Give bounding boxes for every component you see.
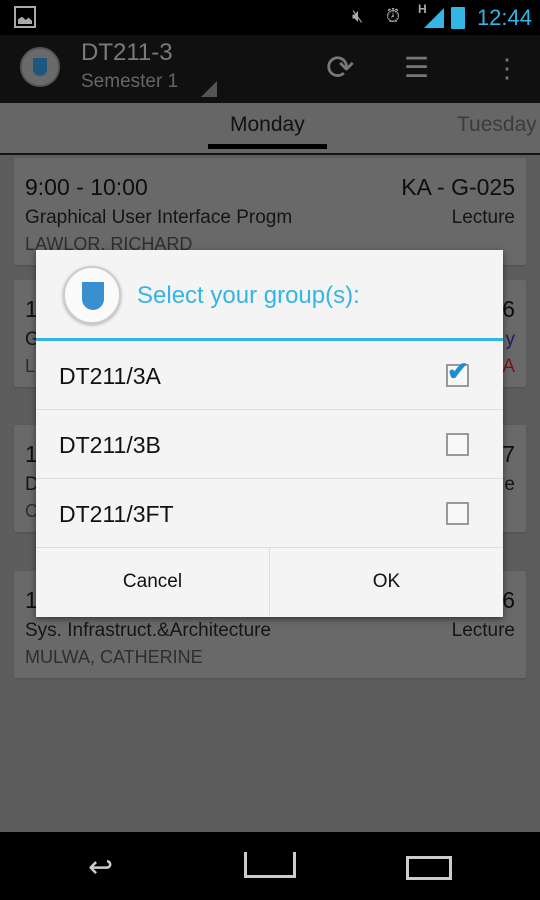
overflow-menu-icon[interactable]: ⋮ bbox=[494, 49, 520, 87]
navigation-bar: ↩ bbox=[0, 832, 540, 900]
image-notification-icon bbox=[14, 6, 36, 28]
class-room: KA - G-025 bbox=[401, 174, 515, 200]
class-card[interactable]: 9:00 - 10:00 KA - G-025 Graphical User I… bbox=[14, 158, 526, 265]
signal-icon bbox=[424, 8, 444, 28]
back-icon[interactable]: ↩ bbox=[88, 850, 113, 885]
class-room: 6 bbox=[502, 296, 515, 322]
refresh-icon[interactable]: ⟳ bbox=[326, 49, 355, 87]
semester-spinner[interactable]: Semester 1 bbox=[81, 71, 178, 93]
checkbox-checked[interactable]: ✔ bbox=[446, 356, 469, 387]
group-option-dt211-3ft[interactable]: DT211/3FT bbox=[36, 479, 503, 548]
class-lecturer: L bbox=[25, 356, 36, 376]
select-group-dialog: Select your group(s): DT211/3A ✔ DT211/3… bbox=[36, 250, 503, 617]
class-time: 9:00 - 10:00 bbox=[25, 174, 148, 200]
settings-sliders-icon[interactable]: ☰ bbox=[404, 49, 429, 87]
class-type: Lecture bbox=[451, 620, 515, 641]
class-extra: A bbox=[502, 356, 515, 377]
dialog-buttons: Cancel OK bbox=[36, 548, 503, 616]
ok-button[interactable]: OK bbox=[269, 548, 503, 616]
dialog-header: Select your group(s): bbox=[36, 250, 503, 341]
class-room: 6 bbox=[502, 587, 515, 613]
clock: 12:44 bbox=[476, 5, 532, 30]
day-tabs: Monday Tuesday bbox=[0, 103, 540, 155]
group-option-dt211-3b[interactable]: DT211/3B bbox=[36, 410, 503, 479]
dit-logo bbox=[63, 266, 121, 324]
checkbox[interactable] bbox=[446, 502, 469, 525]
class-type: Lecture bbox=[451, 207, 515, 228]
option-label: DT211/3FT bbox=[59, 501, 174, 527]
network-h-icon: H bbox=[418, 2, 427, 16]
home-icon[interactable] bbox=[244, 852, 296, 878]
option-label: DT211/3A bbox=[59, 363, 161, 389]
recent-apps-icon[interactable] bbox=[406, 856, 452, 880]
dialog-title: Select your group(s): bbox=[137, 282, 360, 309]
tab-tuesday[interactable]: Tuesday bbox=[457, 113, 537, 137]
battery-icon bbox=[451, 7, 465, 29]
action-bar: DT211-3 Semester 1 ⟳ ☰ ⋮ bbox=[0, 35, 540, 103]
spinner-triangle-icon bbox=[201, 81, 217, 97]
class-room: 7 bbox=[502, 441, 515, 467]
checkmark-icon: ✔ bbox=[447, 356, 469, 386]
app-title: DT211-3 bbox=[81, 39, 173, 66]
class-type: y bbox=[505, 329, 516, 350]
class-type: e bbox=[504, 474, 515, 495]
tab-monday[interactable]: Monday bbox=[208, 113, 327, 149]
alarm-icon: ⏰︎ bbox=[386, 6, 401, 26]
group-option-dt211-3a[interactable]: DT211/3A ✔ bbox=[36, 341, 503, 410]
mute-icon: 🔇︎ bbox=[352, 6, 364, 26]
cancel-button[interactable]: Cancel bbox=[36, 548, 269, 616]
class-module: Sys. Infrastruct.&Architecture bbox=[25, 620, 272, 641]
app-logo[interactable] bbox=[20, 47, 60, 87]
class-lecturer: MULWA, CATHERINE bbox=[25, 647, 203, 667]
checkbox[interactable] bbox=[446, 433, 469, 456]
option-label: DT211/3B bbox=[59, 432, 161, 458]
status-bar: 🔇︎ ⏰︎ H 12:44 bbox=[0, 0, 540, 35]
class-module: Graphical User Interface Progm bbox=[25, 207, 293, 228]
